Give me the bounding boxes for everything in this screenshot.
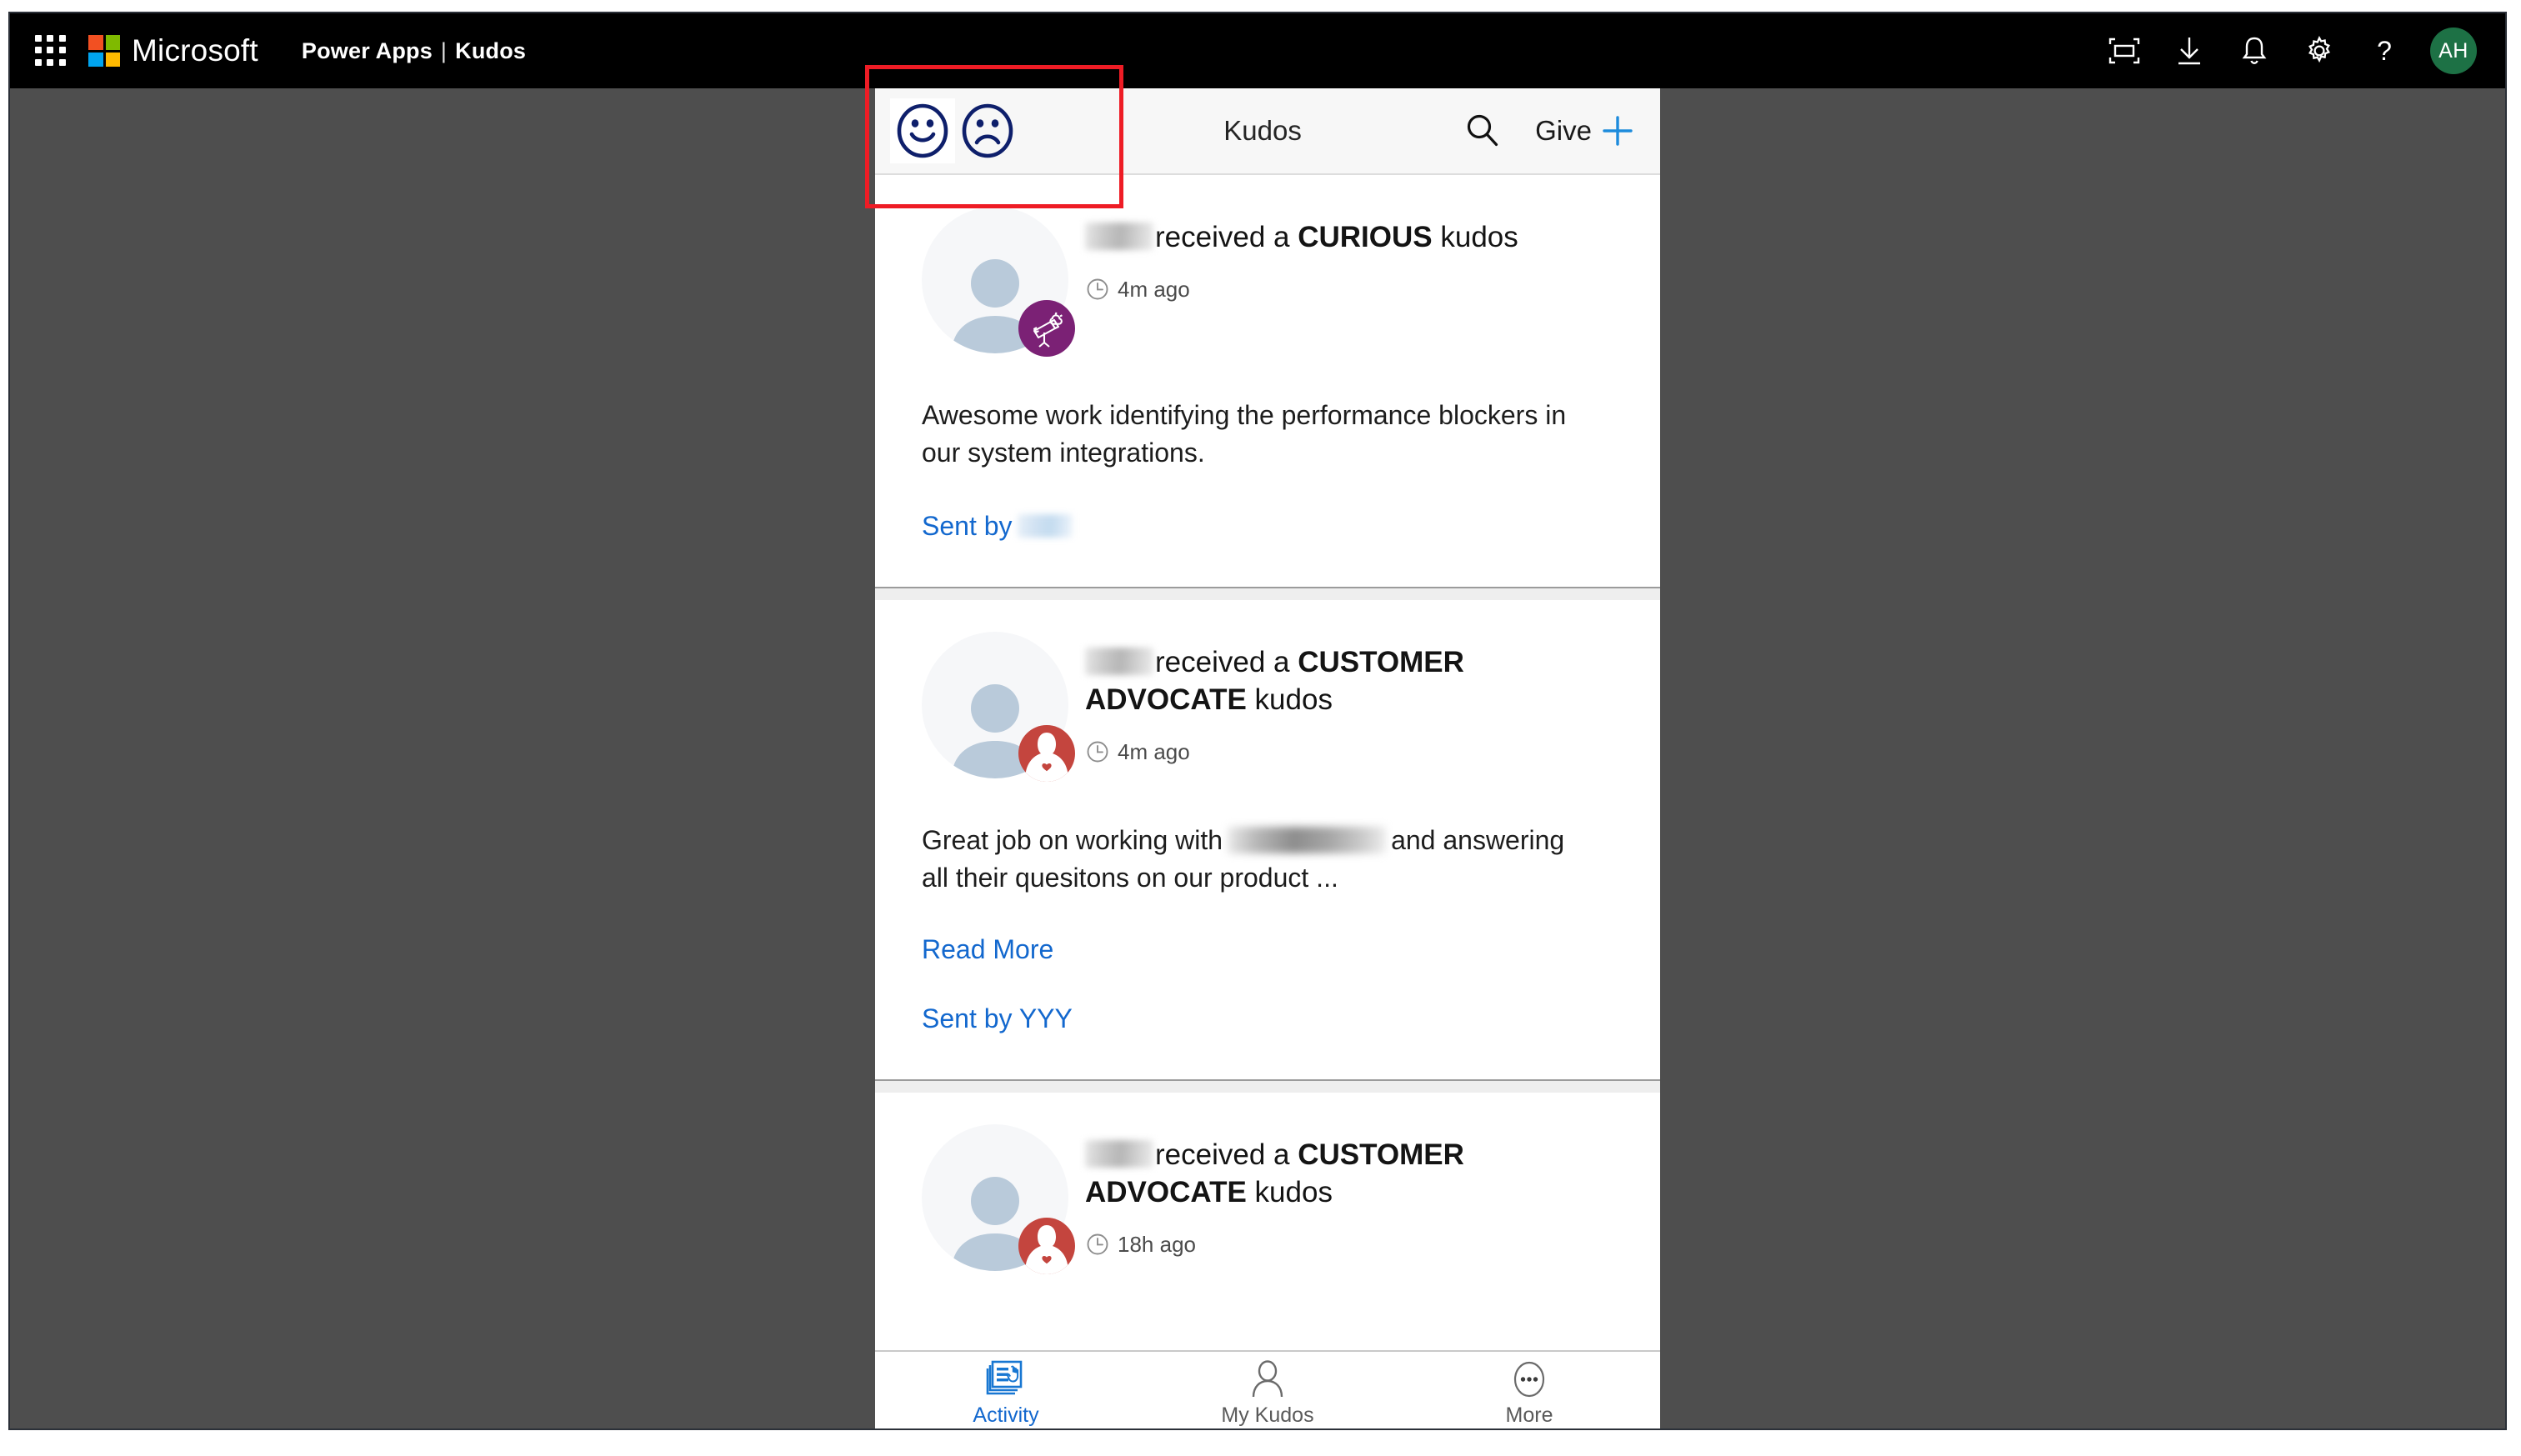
read-more-link[interactable]: Read More	[922, 934, 1053, 965]
help-question-icon[interactable]: ?	[2352, 18, 2417, 83]
timestamp-label: 4m ago	[1118, 738, 1190, 764]
customer-advocate-badge-icon	[1018, 1217, 1075, 1274]
kudos-headline: received a CURIOUS kudos	[1085, 218, 1613, 257]
clock-icon	[1087, 278, 1108, 300]
kudos-suffix: kudos	[1440, 221, 1518, 253]
mentioned-name-redacted	[1228, 826, 1387, 853]
received-prefix: received a	[1155, 1138, 1290, 1171]
microsoft-logo-icon	[88, 35, 120, 67]
kudos-message-part1: Great job on working with	[922, 824, 1223, 855]
sad-face-icon[interactable]	[955, 98, 1020, 163]
sent-by-label: Sent by	[922, 510, 1013, 541]
kudos-headline: received a CUSTOMER ADVOCATE kudos	[1085, 643, 1613, 719]
card-header-text: received a CUSTOMER ADVOCATE kudos	[1085, 1124, 1613, 1258]
app-suite-label: Power Apps	[301, 38, 433, 63]
nav-label-activity: Activity	[973, 1403, 1039, 1427]
kudos-suffix: kudos	[1254, 1176, 1333, 1209]
nav-item-my-kudos[interactable]: My Kudos	[1137, 1352, 1398, 1428]
happy-face-icon[interactable]	[890, 98, 955, 163]
settings-gear-icon[interactable]	[2287, 18, 2352, 83]
kudos-card[interactable]: received a CUSTOMER ADVOCATE kudos	[875, 599, 1660, 1079]
telescope-badge-icon	[1018, 300, 1075, 357]
nav-item-more[interactable]: More	[1398, 1352, 1660, 1428]
timestamp-row: 18h ago	[1085, 1232, 1613, 1258]
kudos-message: Great job on working with and answering a…	[922, 822, 1588, 898]
notifications-bell-icon[interactable]	[2222, 18, 2287, 83]
app-breadcrumb[interactable]: Power Apps | Kudos	[302, 38, 526, 64]
give-label: Give	[1535, 115, 1592, 146]
card-header: received a CUSTOMER ADVOCATE kudos	[922, 631, 1613, 782]
clock-icon	[1087, 1233, 1108, 1255]
plus-icon	[1603, 116, 1633, 146]
nav-label-my-kudos: My Kudos	[1221, 1403, 1314, 1427]
kudos-message: Awesome work identifying the performance…	[922, 400, 1567, 468]
activity-cards-hand-icon	[986, 1360, 1023, 1395]
more-ellipsis-icon	[1513, 1361, 1545, 1398]
kudos-app-panel: Kudos Give received a CURIOUS kudos 4m a…	[875, 88, 1660, 1428]
activity-feed[interactable]: received a CURIOUS kudos 4m ago Awesome …	[875, 175, 1660, 1350]
nav-label-more: More	[1505, 1403, 1553, 1427]
recipient-name-redacted	[1085, 1139, 1153, 1168]
received-prefix: received a	[1155, 645, 1290, 678]
screenshot-root: Microsoft Power Apps | Kudos ? AH Kudos …	[0, 0, 2521, 1456]
browser-viewport: Microsoft Power Apps | Kudos ? AH Kudos …	[8, 12, 2507, 1430]
svg-text:?: ?	[2377, 36, 2392, 66]
card-header: received a CUSTOMER ADVOCATE kudos	[922, 1123, 1613, 1274]
breadcrumb-separator: |	[440, 38, 448, 63]
timestamp-row: 4m ago	[1085, 739, 1613, 765]
received-prefix: received a	[1155, 221, 1290, 253]
recipient-avatar	[922, 207, 1075, 357]
download-icon[interactable]	[2157, 18, 2222, 83]
kudos-card[interactable]: received a CURIOUS kudos 4m ago Awesome …	[875, 175, 1660, 587]
microsoft-brand-label: Microsoft	[132, 33, 258, 68]
user-avatar[interactable]: AH	[2430, 28, 2477, 74]
kudos-headline: received a CUSTOMER ADVOCATE kudos	[1085, 1136, 1613, 1212]
search-icon[interactable]	[1455, 103, 1510, 158]
card-separator	[875, 1078, 1660, 1093]
timestamp-label: 4m ago	[1118, 276, 1190, 302]
page-title: Kudos	[1223, 115, 1302, 146]
sent-by-link[interactable]: Sent by	[922, 511, 1613, 542]
sent-by-link[interactable]: Sent by YYY	[922, 1003, 1613, 1034]
recipient-name-redacted	[1085, 647, 1153, 675]
card-separator	[875, 586, 1660, 600]
card-header-text: received a CURIOUS kudos 4m ago	[1085, 207, 1613, 303]
kudos-type-label: CURIOUS	[1298, 221, 1433, 253]
sender-name-redacted	[1017, 513, 1073, 538]
clock-icon	[1087, 741, 1108, 763]
recipient-avatar	[922, 1123, 1075, 1274]
card-header: received a CURIOUS kudos 4m ago	[922, 207, 1613, 357]
bottom-navigation: Activity My Kudos More	[875, 1350, 1660, 1428]
fullscreen-icon[interactable]	[2092, 18, 2157, 83]
give-kudos-button[interactable]: Give	[1535, 112, 1637, 150]
app-launcher-waffle-icon[interactable]	[35, 35, 67, 67]
recipient-name-redacted	[1085, 223, 1153, 250]
timestamp-row: 4m ago	[1085, 277, 1613, 303]
card-header-text: received a CUSTOMER ADVOCATE kudos	[1085, 632, 1613, 765]
app-title-label: Kudos	[455, 38, 527, 63]
kudos-card[interactable]: received a CUSTOMER ADVOCATE kudos	[875, 1092, 1660, 1279]
kudos-app-toolbar: Kudos Give	[875, 88, 1660, 175]
person-icon	[1252, 1360, 1283, 1398]
microsoft-suite-header: Microsoft Power Apps | Kudos ? AH	[10, 13, 2505, 88]
timestamp-label: 18h ago	[1118, 1231, 1196, 1257]
kudos-suffix: kudos	[1254, 683, 1333, 717]
customer-advocate-badge-icon	[1018, 724, 1075, 782]
nav-item-activity[interactable]: Activity	[875, 1352, 1137, 1428]
recipient-avatar	[922, 631, 1075, 782]
